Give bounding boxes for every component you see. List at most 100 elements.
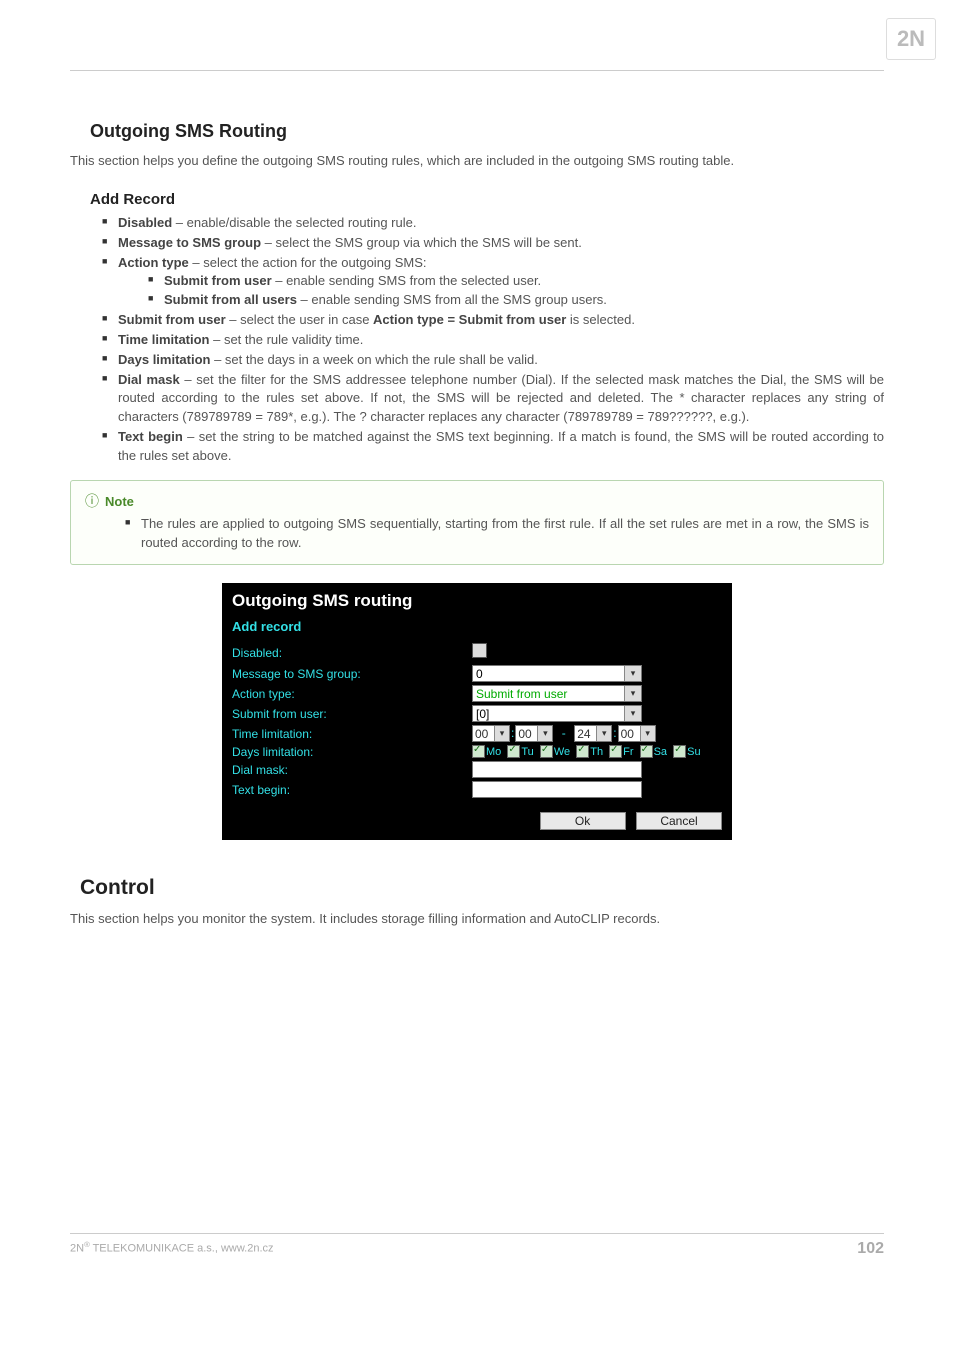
time-to-min-select[interactable]: 00 ▾ [618, 725, 656, 742]
day-label: Sa [654, 746, 667, 758]
item-name: Disabled [118, 215, 172, 230]
select-value: 00 [621, 727, 634, 741]
day-we-checkbox[interactable] [540, 745, 553, 758]
item-desc: – enable sending SMS from all the SMS gr… [297, 292, 607, 307]
action-type-select[interactable]: Submit from user ▾ [472, 685, 642, 702]
item-desc: – set the rule validity time. [210, 332, 364, 347]
time-to-hour-select[interactable]: 24 ▾ [574, 725, 612, 742]
footer-company: 2N® TELEKOMUNIKACE a.s., www.2n.cz [70, 1240, 274, 1258]
outgoing-sms-heading: Outgoing SMS Routing [90, 121, 884, 142]
item-desc: – set the string to be matched against t… [118, 429, 884, 463]
time-dash: - [562, 726, 566, 740]
day-label: Th [590, 746, 603, 758]
day-label: Fr [623, 746, 633, 758]
item-name: Message to SMS group [118, 235, 261, 250]
footer-divider [70, 1233, 884, 1234]
text-begin-input[interactable] [472, 781, 642, 798]
item-desc: is selected. [566, 312, 635, 327]
item-name: Submit from user [118, 312, 226, 327]
chevron-down-icon: ▾ [624, 666, 641, 681]
item-desc: – select the user in case [226, 312, 373, 327]
item-desc-bold: Action type = Submit from user [373, 312, 566, 327]
note-text: The rules are applied to outgoing SMS se… [125, 515, 869, 553]
item-name: Action type [118, 255, 189, 270]
item-name: Days limitation [118, 352, 210, 367]
chevron-down-icon: ▾ [494, 726, 509, 741]
select-value: 0 [476, 667, 483, 681]
chevron-down-icon: ▾ [640, 726, 655, 741]
outgoing-sms-intro: This section helps you define the outgoi… [70, 152, 884, 171]
list-item: Action type – select the action for the … [102, 254, 884, 311]
chevron-down-icon: ▾ [624, 706, 641, 721]
list-item: Submit from user – select the user in ca… [102, 311, 884, 330]
day-mo-checkbox[interactable] [472, 745, 485, 758]
panel-title: Outgoing SMS routing [232, 589, 722, 617]
footer-text: TELEKOMUNIKACE a.s., www.2n.cz [90, 1243, 274, 1255]
item-desc: – set the filter for the SMS addressee t… [118, 372, 884, 425]
control-heading: Control [80, 876, 884, 900]
days-limitation-label: Days limitation: [232, 745, 472, 759]
text-begin-label: Text begin: [232, 783, 472, 797]
select-value: 24 [577, 727, 590, 741]
disabled-label: Disabled: [232, 646, 472, 660]
message-group-label: Message to SMS group: [232, 667, 472, 681]
dial-mask-label: Dial mask: [232, 763, 472, 777]
submit-user-label: Submit from user: [232, 707, 472, 721]
submit-user-select[interactable]: [0] ▾ [472, 705, 642, 722]
day-th-checkbox[interactable] [576, 745, 589, 758]
select-value: 00 [518, 727, 531, 741]
day-sa-checkbox[interactable] [640, 745, 653, 758]
control-intro: This section helps you monitor the syste… [70, 910, 884, 929]
day-label: Tu [521, 746, 533, 758]
time-colon: : [613, 726, 616, 740]
dial-mask-input[interactable] [472, 761, 642, 778]
note-title: Note [85, 491, 869, 511]
page-number: 102 [857, 1240, 884, 1258]
day-label: We [554, 746, 570, 758]
chevron-down-icon: ▾ [537, 726, 552, 741]
day-tu-checkbox[interactable] [507, 745, 520, 758]
time-from-hour-select[interactable]: 00 ▾ [472, 725, 510, 742]
add-record-heading: Add Record [90, 191, 884, 208]
day-fr-checkbox[interactable] [609, 745, 622, 758]
add-record-list: Disabled – enable/disable the selected r… [70, 214, 884, 466]
chevron-down-icon: ▾ [596, 726, 611, 741]
item-name: Text begin [118, 429, 183, 444]
action-type-label: Action type: [232, 687, 472, 701]
day-su-checkbox[interactable] [673, 745, 686, 758]
select-value: Submit from user [476, 687, 567, 701]
action-type-sublist: Submit from user – enable sending SMS fr… [118, 272, 884, 310]
select-value: 00 [475, 727, 488, 741]
item-desc: – set the days in a week on which the ru… [210, 352, 537, 367]
list-item: Disabled – enable/disable the selected r… [102, 214, 884, 233]
item-name: Dial mask [118, 372, 180, 387]
time-colon: : [511, 726, 514, 740]
cancel-button[interactable]: Cancel [636, 812, 722, 830]
item-desc: – enable/disable the selected routing ru… [172, 215, 416, 230]
item-name: Time limitation [118, 332, 210, 347]
list-item: Submit from all users – enable sending S… [148, 291, 884, 310]
day-label: Mo [486, 746, 501, 758]
footer-brand: 2N [70, 1243, 84, 1255]
chevron-down-icon: ▾ [624, 686, 641, 701]
message-group-select[interactable]: 0▾ [472, 665, 642, 682]
ok-button[interactable]: Ok [540, 812, 626, 830]
item-desc: – select the SMS group via which the SMS… [261, 235, 582, 250]
day-label: Su [687, 746, 700, 758]
list-item: Submit from user – enable sending SMS fr… [148, 272, 884, 291]
list-item: Time limitation – set the rule validity … [102, 331, 884, 350]
note-box: Note The rules are applied to outgoing S… [70, 480, 884, 565]
list-item: Message to SMS group – select the SMS gr… [102, 234, 884, 253]
brand-logo: 2N [886, 18, 936, 60]
disabled-checkbox[interactable] [472, 643, 487, 658]
item-name: Submit from all users [164, 292, 297, 307]
time-from-min-select[interactable]: 00 ▾ [515, 725, 553, 742]
list-item: Text begin – set the string to be matche… [102, 428, 884, 466]
list-item: Dial mask – set the filter for the SMS a… [102, 371, 884, 428]
time-limitation-label: Time limitation: [232, 727, 472, 741]
days-limitation-field: Mo Tu We Th Fr Sa Su [472, 745, 722, 758]
outgoing-sms-routing-panel: Outgoing SMS routing Add record Disabled… [222, 583, 732, 840]
item-desc: – enable sending SMS from the selected u… [272, 273, 542, 288]
list-item: Days limitation – set the days in a week… [102, 351, 884, 370]
select-value: [0] [476, 707, 489, 721]
